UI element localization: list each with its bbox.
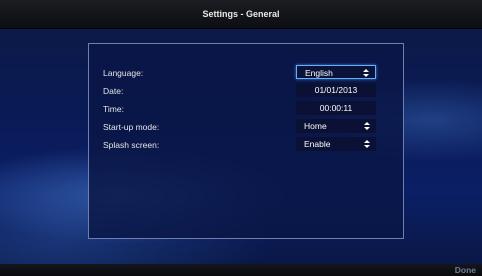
top-bar: Settings - General: [0, 0, 482, 29]
startup-mode-select[interactable]: Home: [296, 119, 376, 133]
splash-label: Splash screen:: [103, 140, 160, 150]
settings-panel: Language: English Date: 01/01/2013 Time:…: [88, 43, 404, 239]
date-label: Date:: [103, 86, 124, 96]
up-down-chevron-icon: [364, 122, 370, 130]
startup-value: Home: [304, 121, 327, 131]
time-value: 00:00:11: [319, 103, 353, 113]
up-down-chevron-icon: [364, 140, 370, 148]
splash-row: Splash screen: Enable: [103, 137, 393, 153]
date-value: 01/01/2013: [314, 85, 358, 95]
up-down-chevron-icon: [363, 69, 369, 77]
time-field[interactable]: 00:00:11: [296, 101, 376, 115]
date-field[interactable]: 01/01/2013: [296, 83, 376, 97]
time-row: Time: 00:00:11: [103, 101, 393, 117]
startup-label: Start-up mode:: [103, 122, 160, 132]
language-row: Language: English: [103, 65, 393, 81]
language-label: Language:: [103, 68, 144, 78]
splash-screen-select[interactable]: Enable: [296, 137, 376, 151]
bottom-bar: Done: [0, 264, 482, 276]
time-label: Time:: [103, 104, 124, 114]
page-title: Settings - General: [202, 9, 280, 19]
done-button[interactable]: Done: [455, 265, 476, 275]
startup-row: Start-up mode: Home: [103, 119, 393, 135]
language-value: English: [305, 68, 333, 78]
date-row: Date: 01/01/2013: [103, 83, 393, 99]
splash-value: Enable: [304, 139, 331, 149]
language-select[interactable]: English: [296, 65, 376, 79]
